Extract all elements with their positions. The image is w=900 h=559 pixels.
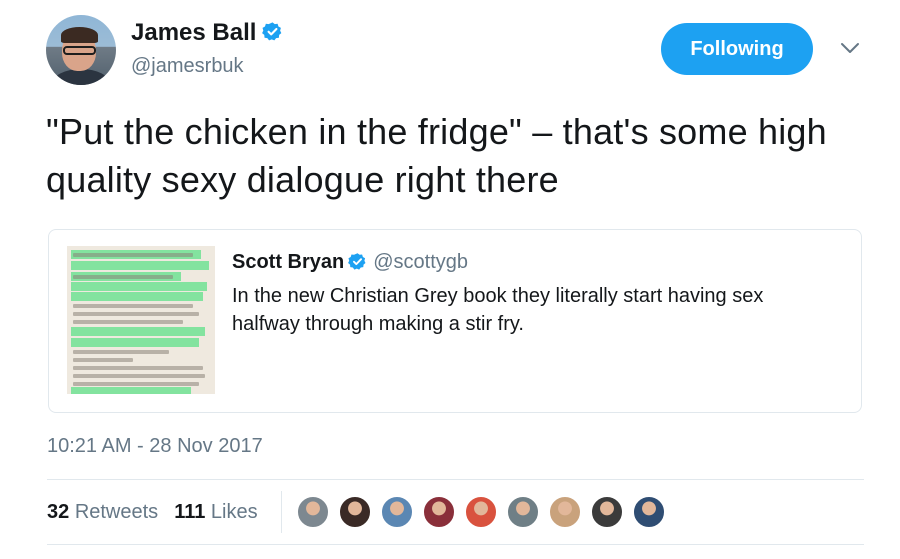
quoted-tweet-card[interactable]: Scott Bryan @scottygb In the new Christi… <box>48 229 862 413</box>
divider-top <box>47 479 864 480</box>
liker-avatar[interactable] <box>296 495 330 529</box>
retweets-stat[interactable]: 32 Retweets <box>47 501 158 523</box>
book-page-photo-icon <box>67 246 215 394</box>
likes-label: Likes <box>210 501 258 523</box>
liker-avatar[interactable] <box>548 495 582 529</box>
liker-avatar[interactable] <box>422 495 456 529</box>
avatar-glasses <box>63 46 96 55</box>
likes-stat[interactable]: 111 Likes <box>174 501 257 523</box>
verified-badge-icon <box>348 253 366 270</box>
author-avatar[interactable] <box>46 15 116 85</box>
verified-badge-icon <box>262 22 282 41</box>
liker-avatar[interactable] <box>338 495 372 529</box>
author-handle[interactable]: @jamesrbuk <box>131 54 244 78</box>
chevron-down-icon[interactable] <box>839 40 861 56</box>
quoted-author-row[interactable]: Scott Bryan @scottygb <box>232 250 468 274</box>
engagement-stats: 32 Retweets 111 Likes <box>47 500 258 524</box>
quoted-tweet-text: In the new Christian Grey book they lite… <box>232 285 764 335</box>
liker-avatar[interactable] <box>380 495 414 529</box>
avatar-shirt <box>52 69 110 85</box>
liker-avatar[interactable] <box>632 495 666 529</box>
quoted-author-name[interactable]: Scott Bryan <box>232 251 344 273</box>
author-name[interactable]: James Ball <box>131 19 256 46</box>
tweet-text: "Put the chicken in the fridge" – that's… <box>46 111 827 200</box>
stats-separator <box>281 491 282 533</box>
retweets-count: 32 <box>47 501 70 523</box>
avatar-hair <box>61 27 98 43</box>
liker-avatar[interactable] <box>590 495 624 529</box>
author-name-row[interactable]: James Ball <box>131 19 283 47</box>
following-button[interactable]: Following <box>661 23 813 75</box>
liker-avatar[interactable] <box>464 495 498 529</box>
tweet-timestamp[interactable]: 10:21 AM - 28 Nov 2017 <box>47 434 263 458</box>
quoted-author-handle[interactable]: @scottygb <box>373 251 468 273</box>
divider-bottom <box>47 544 864 545</box>
retweets-label: Retweets <box>74 501 159 523</box>
liker-avatar[interactable] <box>506 495 540 529</box>
likes-count: 111 <box>174 501 206 523</box>
